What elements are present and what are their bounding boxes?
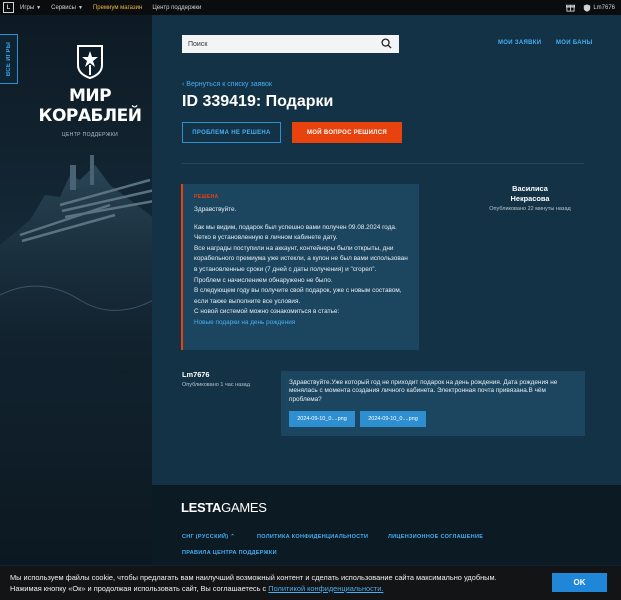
question-timestamp: Опубликовано 1 час назад [182, 382, 250, 388]
lesta-logo-bold: LESTA [181, 500, 222, 515]
warship-background-image [0, 155, 170, 375]
cookie-message: Мы используем файлы cookie, чтобы предла… [10, 573, 497, 593]
cookie-ok-button[interactable]: OK [552, 573, 607, 592]
brand-logo[interactable]: МИР КОРАБЛЕЙ ЦЕНТР ПОДДЕРЖКИ [24, 45, 156, 138]
agent-first-name: Василиса [512, 184, 548, 193]
answer-timestamp: Опубликовано 22 минуты назад [489, 206, 571, 212]
divider [182, 163, 584, 164]
license-agreement-link[interactable]: ЛИЦЕНЗИОННОЕ СОГЛАШЕНИЕ [388, 534, 483, 540]
privacy-policy-cookie-link[interactable]: Политикой конфиденциальности. [268, 584, 383, 593]
page-title: ID 339419: Подарки [182, 93, 334, 110]
nav-support-center[interactable]: Центр поддержки [152, 5, 201, 11]
privacy-policy-link[interactable]: ПОЛИТИКА КОНФИДЕНЦИАЛЬНОСТИ [257, 534, 368, 540]
answer-paragraph: Как мы видим, подарок был успешно вами п… [194, 223, 397, 242]
region-label: СНГ (РУССКИЙ) [182, 534, 229, 540]
back-label: Вернуться к списку заявок [186, 81, 272, 88]
back-to-requests-link[interactable]: ‹ Вернуться к списку заявок [182, 81, 272, 88]
nav-services[interactable]: Сервисы ▼ [51, 5, 83, 11]
region-selector[interactable]: СНГ (РУССКИЙ) ⌃ [182, 534, 235, 540]
brand-title: МИР КОРАБЛЕЙ [38, 86, 142, 126]
chevron-up-icon: ⌃ [230, 534, 236, 540]
search-box[interactable] [182, 35, 399, 53]
all-games-label: ВСЕ ИГРЫ [5, 41, 12, 77]
chevron-down-icon: ▼ [36, 4, 42, 11]
answer-paragraph: С новой системой можно ознакомиться в ст… [194, 308, 340, 316]
status-badge: РЕШЕНА [194, 194, 219, 200]
all-games-tab[interactable]: ВСЕ ИГРЫ [0, 34, 18, 84]
search-icon[interactable] [381, 38, 392, 49]
left-brand-panel: МИР КОРАБЛЕЙ ЦЕНТР ПОДДЕРЖКИ [0, 15, 170, 565]
user-name: Lm7676 [182, 370, 210, 379]
support-answer-card: РЕШЕНА Здравствуйте. Как мы видим, подар… [181, 184, 419, 350]
agent-last-name: Некрасова [510, 194, 550, 203]
cookie-banner: Мы используем файлы cookie, чтобы предла… [0, 566, 621, 600]
support-agent-info: Василиса Некрасова Опубликовано 22 минут… [470, 184, 590, 212]
user-question-card: Здравствуйте.Уже который год не приходит… [281, 371, 585, 436]
my-bans-link[interactable]: МОИ БАНЫ [556, 40, 593, 46]
lesta-logo-light: GAMES [221, 500, 267, 515]
anchor-shield-emblem-icon [77, 45, 103, 80]
lesta-games-logo[interactable]: LESTAGAMES [181, 500, 267, 515]
question-solved-button[interactable]: МОЙ ВОПРОС РЕШИЛСЯ [292, 122, 402, 143]
answer-paragraph: Проблем с начислением обнаружено не было… [194, 276, 333, 284]
birthday-gifts-article-link[interactable]: Новые подарки на день рождения [194, 318, 409, 329]
top-navigation-bar: L Игры ▼ Сервисы ▼ Премиум магазин Центр п… [0, 0, 621, 16]
answer-text: Здравствуйте. Как мы видим, подарок был … [194, 205, 409, 329]
question-text: Здравствуйте.Уже который год не приходит… [289, 379, 558, 403]
gift-icon[interactable] [566, 3, 576, 12]
user-shield-icon [584, 3, 591, 12]
nav-premium-shop[interactable]: Премиум магазин [93, 5, 142, 11]
attachment-file[interactable]: 2024-09-10_0....png [360, 411, 426, 427]
brand-subtitle: ЦЕНТР ПОДДЕРЖКИ [61, 132, 119, 138]
my-requests-link[interactable]: МОИ ЗАЯВКИ [498, 40, 541, 46]
nav-services-label: Сервисы [51, 4, 76, 11]
chevron-down-icon: ▼ [77, 4, 83, 11]
cookie-text: Мы используем файлы cookie, чтобы предла… [10, 573, 530, 594]
user-info: Lm7676 Опубликовано 1 час назад [182, 370, 250, 388]
answer-greeting: Здравствуйте. [194, 206, 237, 213]
support-rules-link[interactable]: ПРАВИЛА ЦЕНТРА ПОДДЕРЖКИ [182, 550, 277, 556]
answer-paragraph: Все награды поступили на аккаунт, контей… [194, 244, 408, 273]
lesta-logo-icon[interactable]: L [3, 2, 14, 13]
problem-not-solved-button[interactable]: ПРОБЛЕМА НЕ РЕШЕНА [182, 122, 281, 143]
username: Lm7676 [593, 4, 615, 11]
answer-paragraph: В следующем году вы получите свой подаро… [194, 287, 402, 305]
nav-games[interactable]: Игры ▼ [20, 5, 41, 11]
search-input[interactable] [182, 39, 370, 49]
nav-games-label: Игры [20, 4, 35, 11]
user-menu[interactable]: Lm7676 [583, 3, 615, 12]
attachment-file[interactable]: 2024-09-10_0....png [289, 411, 355, 427]
